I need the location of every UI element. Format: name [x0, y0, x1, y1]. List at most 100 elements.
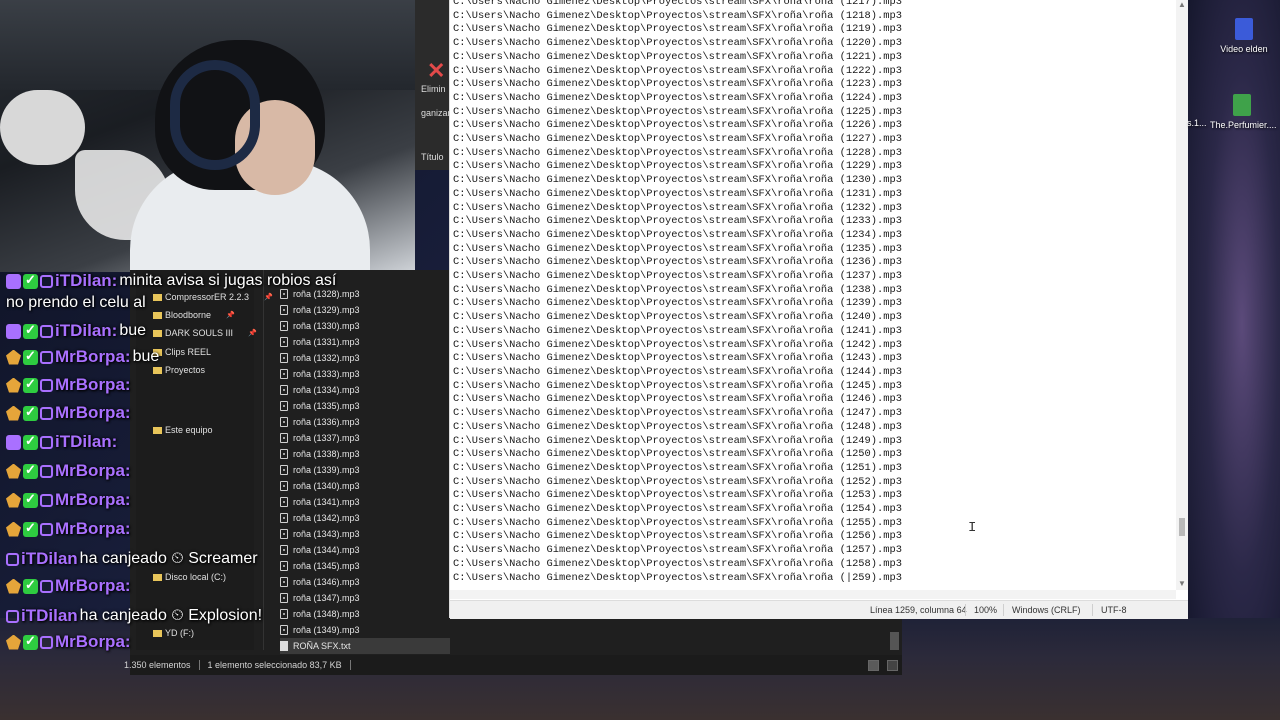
file-row[interactable]: roña (1338).mp3: [280, 446, 450, 462]
chat-message: iTDilan:: [6, 429, 117, 455]
text-line: C:\Users\Nacho Gimenez\Desktop\Proyectos…: [453, 105, 902, 118]
file-row[interactable]: roña (1349).mp3: [280, 622, 450, 638]
selected-file-row[interactable]: ROÑA SFX.txt: [280, 638, 450, 654]
check-badge-icon: [23, 272, 38, 289]
file-name: roña (1343).mp3: [293, 529, 360, 539]
file-row[interactable]: roña (1335).mp3: [280, 398, 450, 414]
webcam-overlay: [0, 0, 415, 272]
text-line: C:\Users\Nacho Gimenez\Desktop\Proyectos…: [453, 557, 902, 570]
delete-label[interactable]: Elimin: [421, 84, 446, 94]
cursor-position: Línea 1259, columna 64: [870, 605, 967, 615]
file-row[interactable]: roña (1330).mp3: [280, 318, 450, 334]
file-row[interactable]: roña (1343).mp3: [280, 526, 450, 542]
file-row[interactable]: roña (1337).mp3: [280, 430, 450, 446]
status-separator: [1092, 604, 1093, 616]
file-row[interactable]: roña (1341).mp3: [280, 494, 450, 510]
chat-username: MrBorpa:: [55, 375, 131, 394]
line-endings[interactable]: Windows (CRLF): [1012, 605, 1081, 615]
prime-badge-icon: [40, 406, 53, 420]
zoom-level[interactable]: 100%: [974, 605, 997, 615]
text-line: C:\Users\Nacho Gimenez\Desktop\Proyectos…: [453, 160, 902, 173]
chat-message: MrBorpa:: [6, 573, 131, 599]
file-row[interactable]: roña (1347).mp3: [280, 590, 450, 606]
sub-badge-icon: [6, 273, 21, 289]
text-line: C:\Users\Nacho Gimenez\Desktop\Proyectos…: [453, 283, 902, 296]
notepad-text-area[interactable]: C:\Users\Nacho Gimenez\Desktop\Proyectos…: [453, 0, 1173, 586]
text-line: C:\Users\Nacho Gimenez\Desktop\Proyectos…: [453, 503, 902, 516]
title-column-header[interactable]: Título: [421, 152, 444, 162]
text-line: C:\Users\Nacho Gimenez\Desktop\Proyectos…: [453, 297, 902, 310]
bits-badge-icon: [6, 578, 21, 594]
check-badge-icon: [23, 462, 38, 479]
vertical-scrollbar[interactable]: ▲ ▼: [1176, 0, 1188, 590]
bits-badge-icon: [6, 405, 21, 421]
file-list: roña (1328).mp3 roña (1329).mp3 roña (1330…: [280, 286, 450, 654]
bits-badge-icon: [6, 492, 21, 508]
desktop-icon-label: The.Perfumier....: [1210, 120, 1277, 130]
file-row[interactable]: roña (1340).mp3: [280, 478, 450, 494]
text-line: C:\Users\Nacho Gimenez\Desktop\Proyectos…: [453, 119, 902, 132]
status-separator: [198, 660, 200, 670]
troll-face-poster: [0, 90, 85, 165]
chat-message: no prendo el celu al: [6, 290, 146, 316]
bits-badge-icon: [6, 463, 21, 479]
text-line: C:\Users\Nacho Gimenez\Desktop\Proyectos…: [453, 64, 902, 77]
delete-icon[interactable]: ✕: [427, 58, 445, 84]
file-row[interactable]: roña (1329).mp3: [280, 302, 450, 318]
prime-badge-icon: [40, 435, 53, 449]
desktop-icon-truncated-label[interactable]: s.1...: [1187, 118, 1207, 128]
chat-text: ha canjeado ⏲ Explosion!: [79, 607, 263, 624]
scroll-up-icon[interactable]: ▲: [1178, 0, 1186, 9]
text-line: C:\Users\Nacho Gimenez\Desktop\Proyectos…: [453, 489, 902, 502]
file-row[interactable]: roña (1342).mp3: [280, 510, 450, 526]
notepad-status-bar: Línea 1259, columna 64 100% Windows (CRL…: [450, 600, 1188, 619]
chat-username: MrBorpa:: [55, 519, 131, 538]
file-name: roña (1346).mp3: [293, 577, 360, 587]
bits-badge-icon: [6, 521, 21, 537]
file-row[interactable]: roña (1331).mp3: [280, 334, 450, 350]
desktop-icon-perfumier[interactable]: The.Perfumier....: [1210, 94, 1277, 130]
chat-message: iTDilan ha canjeado ⏲ Explosion!: [6, 603, 262, 629]
chat-username: MrBorpa:: [55, 632, 131, 651]
prime-badge-icon: [6, 552, 19, 566]
prime-badge-icon: [6, 609, 19, 623]
text-line: C:\Users\Nacho Gimenez\Desktop\Proyectos…: [453, 516, 902, 529]
encoding[interactable]: UTF-8: [1101, 605, 1127, 615]
file-row[interactable]: roña (1333).mp3: [280, 366, 450, 382]
file-row[interactable]: roña (1332).mp3: [280, 350, 450, 366]
desktop-icon-video-elden[interactable]: Video elden: [1212, 18, 1276, 54]
file-row[interactable]: roña (1336).mp3: [280, 414, 450, 430]
text-line: C:\Users\Nacho Gimenez\Desktop\Proyectos…: [453, 78, 902, 91]
text-line: C:\Users\Nacho Gimenez\Desktop\Proyectos…: [453, 311, 902, 324]
file-name: roña (1340).mp3: [293, 481, 360, 491]
chat-username: MrBorpa:: [55, 347, 131, 366]
notepad-window: C:\Users\Nacho Gimenez\Desktop\Proyectos…: [449, 0, 1188, 619]
file-name: roña (1329).mp3: [293, 305, 360, 315]
chat-message: MrBorpa:: [6, 629, 131, 655]
details-view-button[interactable]: [868, 659, 879, 671]
sub-badge-icon: [6, 323, 21, 339]
text-line: C:\Users\Nacho Gimenez\Desktop\Proyectos…: [453, 23, 902, 36]
bits-badge-icon: [6, 634, 21, 650]
scrollbar-thumb[interactable]: [1179, 518, 1185, 536]
text-line: C:\Users\Nacho Gimenez\Desktop\Proyectos…: [453, 379, 902, 392]
file-row[interactable]: roña (1339).mp3: [280, 462, 450, 478]
text-line: C:\Users\Nacho Gimenez\Desktop\Proyectos…: [453, 365, 902, 378]
file-row[interactable]: roña (1348).mp3: [280, 606, 450, 622]
chat-text: minita avisa si jugas robios así: [119, 272, 337, 289]
file-row[interactable]: roña (1346).mp3: [280, 574, 450, 590]
check-badge-icon: [23, 633, 38, 650]
file-name: roña (1342).mp3: [293, 513, 360, 523]
file-row[interactable]: roña (1344).mp3: [280, 542, 450, 558]
scroll-down-icon[interactable]: ▼: [1178, 579, 1186, 588]
large-icons-view-button[interactable]: [887, 659, 898, 671]
file-name: roña (1335).mp3: [293, 401, 360, 411]
file-list-scrollbar[interactable]: [890, 632, 899, 650]
file-row[interactable]: roña (1345).mp3: [280, 558, 450, 574]
text-line: C:\Users\Nacho Gimenez\Desktop\Proyectos…: [453, 544, 902, 557]
file-row[interactable]: roña (1334).mp3: [280, 382, 450, 398]
horizontal-scrollbar[interactable]: [450, 590, 1176, 599]
chat-username: MrBorpa:: [55, 576, 131, 595]
file-name: roña (1333).mp3: [293, 369, 360, 379]
text-line: C:\Users\Nacho Gimenez\Desktop\Proyectos…: [453, 37, 902, 50]
